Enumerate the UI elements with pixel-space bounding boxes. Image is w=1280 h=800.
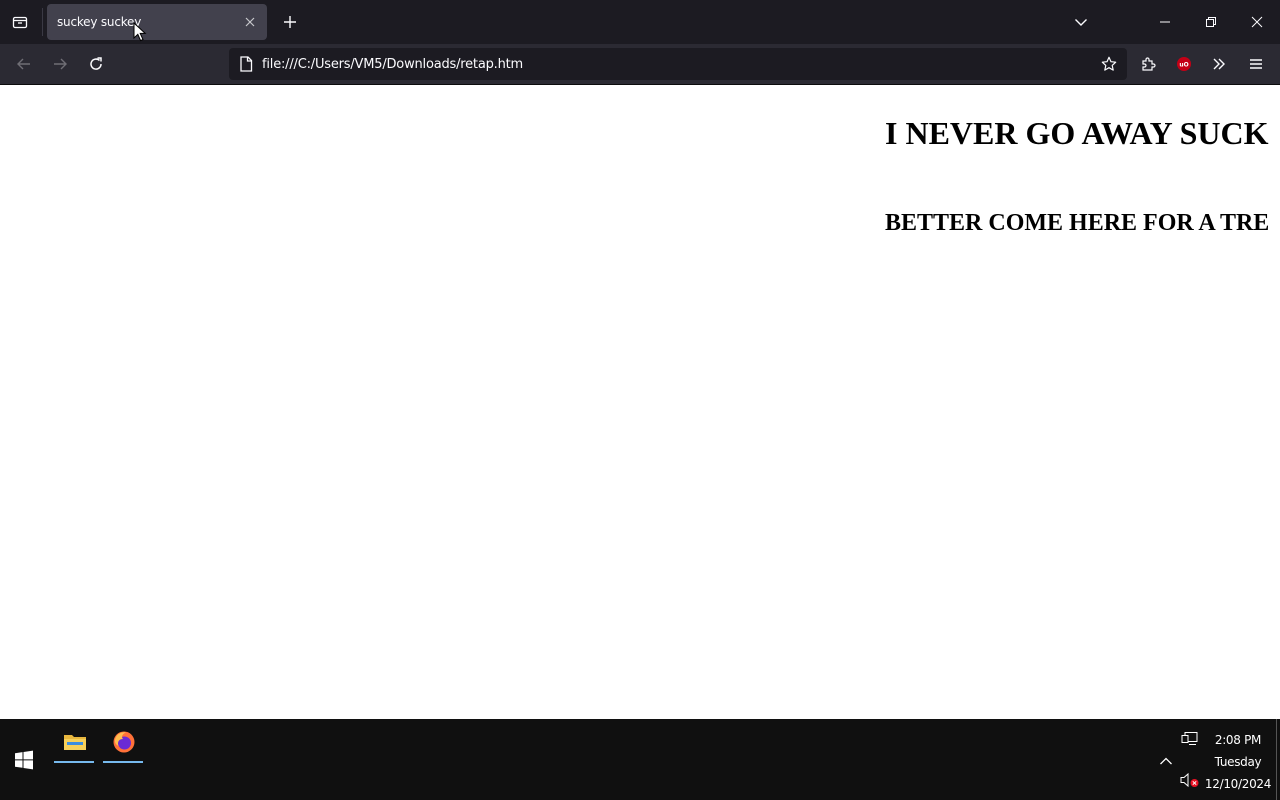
url-bar[interactable]: file:///C:/Users/VM5/Downloads/retap.htm [229,48,1127,80]
double-chevron-right-icon [1213,58,1225,70]
reload-button[interactable] [82,50,110,78]
chevron-down-icon [1075,19,1087,26]
new-tab-button[interactable] [279,11,301,33]
taskbar: 2:08 PM Tuesday 12/10/2024 [0,719,1280,800]
mouse-cursor-icon [133,22,147,42]
restore-button[interactable] [1188,0,1234,44]
restore-icon [1206,17,1216,27]
minimize-button[interactable] [1142,0,1188,44]
volume-tray-button[interactable] [1180,770,1200,790]
tab-active[interactable]: suckey suckey [47,4,267,40]
clock-day: Tuesday [1214,755,1262,769]
windows-logo-icon [15,750,33,770]
app-menu-button[interactable] [1242,50,1270,78]
close-icon [245,17,255,27]
clock-date: 12/10/2024 [1204,777,1272,791]
forward-button[interactable] [46,50,74,78]
start-button[interactable] [14,750,34,770]
page-heading-2: BETTER COME HERE FOR A TRE [885,210,1270,236]
running-indicator [103,761,143,763]
window-close-button[interactable] [1234,0,1280,44]
firefox-view-button[interactable] [6,8,34,36]
close-icon [1251,16,1263,28]
minimize-icon [1160,21,1170,23]
hamburger-menu-icon [1250,59,1262,69]
volume-muted-icon [1180,772,1199,788]
taskbar-file-explorer[interactable] [54,723,96,763]
page-heading-1: I NEVER GO AWAY SUCK [885,115,1269,151]
ublock-icon: uO [1177,57,1191,71]
tab-close-button[interactable] [241,13,259,31]
star-icon [1101,56,1117,71]
svg-text:uO: uO [1179,62,1188,69]
bookmark-button[interactable] [1099,54,1119,74]
ublock-origin-button[interactable]: uO [1170,50,1198,78]
plus-icon [284,16,296,28]
clock-time: 2:08 PM [1214,733,1262,747]
tab-title: suckey suckey [57,15,142,29]
network-tray-button[interactable] [1180,729,1200,749]
tab-strip-separator [42,8,43,36]
navigation-toolbar: file:///C:/Users/VM5/Downloads/retap.htm… [0,44,1280,85]
url-text[interactable]: file:///C:/Users/VM5/Downloads/retap.htm [262,57,523,72]
page-icon[interactable] [237,55,255,73]
arrow-left-icon [17,58,30,70]
show-hidden-icons-button[interactable] [1156,751,1176,771]
puzzle-icon [1142,57,1156,71]
show-desktop-button[interactable] [1276,719,1280,800]
document-icon [240,56,253,72]
chevron-up-icon [1160,757,1172,765]
list-all-tabs-button[interactable] [1070,11,1092,33]
firefox-view-icon [12,16,28,29]
running-indicator [54,761,94,763]
reload-icon [90,57,102,70]
overflow-menu-button[interactable] [1205,50,1233,78]
system-clock[interactable]: 2:08 PM Tuesday 12/10/2024 [1204,729,1272,795]
network-icon [1181,732,1198,745]
arrow-right-icon [54,58,67,70]
firefox-icon [113,731,135,753]
page-content: I NEVER GO AWAY SUCK BETTER COME HERE FO… [0,85,1280,719]
taskbar-firefox[interactable] [103,723,145,763]
tab-strip: suckey suckey [0,0,1280,44]
back-button[interactable] [10,50,38,78]
folder-icon [64,735,86,750]
extensions-button[interactable] [1134,50,1162,78]
